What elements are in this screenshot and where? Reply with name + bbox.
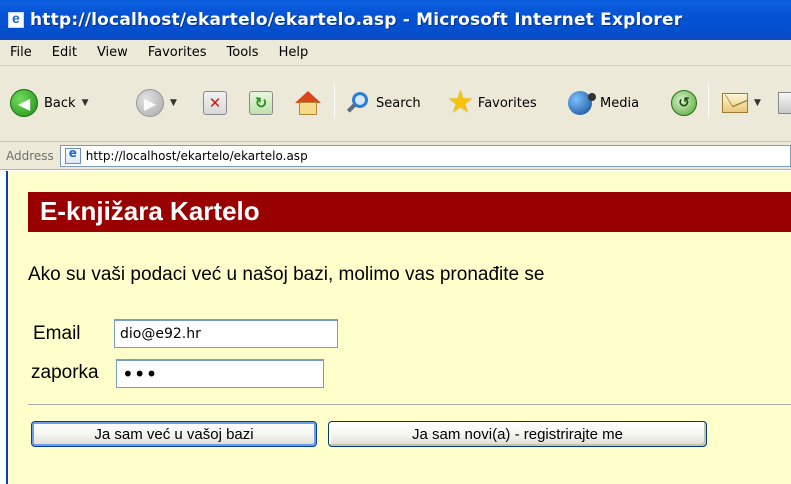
stop-button[interactable]: ✕	[203, 91, 227, 115]
home-button[interactable]	[295, 91, 321, 115]
search-label: Search	[376, 95, 421, 111]
media-icon	[568, 91, 596, 115]
menu-favorites[interactable]: Favorites	[138, 41, 217, 65]
forward-arrow-icon: ▶	[136, 89, 164, 117]
menu-file[interactable]: File	[0, 41, 42, 65]
mail-icon	[722, 93, 748, 113]
history-icon: ↺	[671, 90, 697, 116]
menu-view[interactable]: View	[87, 41, 138, 65]
back-button[interactable]: ◀ Back ▼	[10, 89, 88, 117]
menu-tools[interactable]: Tools	[217, 41, 269, 65]
search-icon	[346, 91, 370, 115]
menu-bar: File Edit View Favorites Tools Help	[0, 40, 791, 66]
form-divider	[28, 404, 791, 406]
password-label: zaporka	[31, 362, 99, 383]
address-url: http://localhost/ekartelo/ekartelo.asp	[85, 148, 308, 163]
forward-button[interactable]: ▶ ▼	[136, 89, 177, 117]
history-button[interactable]: ↺	[671, 90, 697, 116]
page-icon	[64, 146, 81, 164]
standard-toolbar: ◀ Back ▼ ▶ ▼ ✕ ↻ Search ★ Favorites Medi…	[0, 66, 791, 142]
password-mask: •••	[122, 362, 158, 386]
email-label: Email	[33, 323, 81, 344]
forward-dropdown-icon[interactable]: ▼	[170, 98, 177, 108]
email-field[interactable]: dio@e92.hr	[114, 319, 338, 348]
home-icon	[295, 91, 321, 115]
favorites-button[interactable]: ★ Favorites	[447, 85, 537, 120]
mail-dropdown-icon[interactable]: ▼	[754, 98, 761, 108]
menu-edit[interactable]: Edit	[42, 41, 87, 65]
intro-text: Ako su vaši podaci već u našoj bazi, mol…	[28, 264, 545, 285]
address-label: Address	[6, 148, 54, 163]
toolbar-separator	[708, 84, 709, 118]
register-button[interactable]: Ja sam novi(a) - registrirajte me	[328, 421, 707, 447]
password-field[interactable]: •••	[116, 359, 324, 388]
window-left-edge	[0, 171, 8, 484]
mail-button[interactable]: ▼	[722, 93, 761, 113]
menu-help[interactable]: Help	[269, 41, 319, 65]
media-button[interactable]: Media	[568, 91, 639, 115]
media-label: Media	[600, 95, 640, 111]
page-heading-banner: E-knjižara Kartelo	[28, 192, 791, 232]
refresh-button[interactable]: ↻	[249, 91, 273, 115]
refresh-icon: ↻	[249, 91, 273, 115]
address-bar: Address http://localhost/ekartelo/ekarte…	[0, 142, 791, 170]
favorites-star-icon: ★	[447, 85, 474, 120]
stop-icon: ✕	[203, 91, 227, 115]
back-label: Back	[44, 95, 76, 111]
email-value: dio@e92.hr	[120, 326, 201, 342]
print-button[interactable]	[778, 92, 791, 114]
favorites-label: Favorites	[477, 95, 537, 111]
page-content: E-knjižara Kartelo Ako su vaši podaci ve…	[0, 171, 791, 484]
window-title: http://localhost/ekartelo/ekartelo.asp -…	[30, 10, 683, 30]
page-title: E-knjižara Kartelo	[40, 196, 260, 226]
back-arrow-icon: ◀	[10, 89, 38, 117]
address-input[interactable]: http://localhost/ekartelo/ekartelo.asp	[59, 144, 791, 167]
existing-user-button[interactable]: Ja sam već u vašoj bazi	[31, 421, 317, 447]
window-title-bar[interactable]: http://localhost/ekartelo/ekartelo.asp -…	[0, 0, 791, 40]
toolbar-separator	[334, 84, 335, 118]
ie-page-icon	[8, 10, 24, 28]
print-icon	[778, 92, 791, 114]
search-button[interactable]: Search	[346, 91, 421, 115]
back-dropdown-icon[interactable]: ▼	[82, 98, 89, 108]
